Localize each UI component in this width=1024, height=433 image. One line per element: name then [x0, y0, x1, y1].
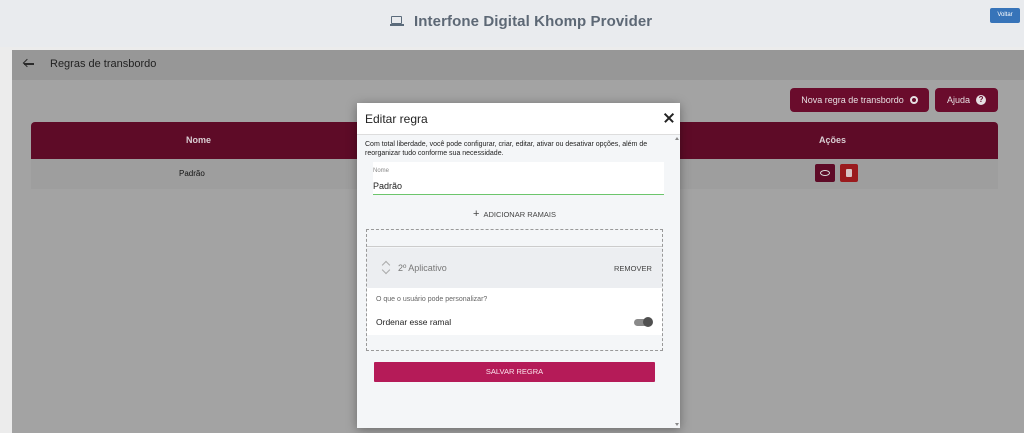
remove-ramal-button[interactable]: REMOVER	[614, 264, 652, 273]
help-button[interactable]: Ajuda ?	[935, 88, 998, 112]
new-rule-label: Nova regra de transbordo	[801, 95, 904, 105]
edit-rule-modal: Editar regra Com total liberdade, você p…	[357, 103, 680, 428]
view-button[interactable]	[815, 164, 835, 182]
order-option-label: Ordenar esse ramal	[376, 317, 452, 327]
modal-title: Editar regra	[365, 112, 428, 126]
voltar-button[interactable]: Voltar	[990, 8, 1020, 23]
order-toggle[interactable]	[634, 317, 654, 327]
eye-icon	[820, 170, 830, 176]
help-circle-icon: ?	[976, 95, 987, 105]
name-field-value[interactable]: Padrão	[373, 181, 402, 191]
column-header-acoes: Ações	[819, 135, 847, 145]
app-title: Interfone Digital Khomp Provider	[390, 13, 652, 30]
close-icon[interactable]	[663, 112, 674, 123]
add-ramais-label: ADICIONAR RAMAIS	[483, 210, 556, 219]
delete-button[interactable]	[840, 164, 858, 182]
arrow-left-icon[interactable]	[22, 58, 35, 70]
laptop-icon	[390, 16, 404, 27]
trash-icon	[846, 169, 852, 177]
ramal-name: 2º Aplicativo	[398, 263, 447, 273]
ramal-card: 2º Aplicativo REMOVER	[367, 248, 662, 288]
save-rule-button[interactable]: SALVAR REGRA	[374, 362, 655, 382]
column-header-nome: Nome	[186, 135, 212, 145]
subheader: Regras de transbordo	[12, 50, 1024, 80]
drag-handle-icon[interactable]	[381, 260, 391, 276]
help-label: Ajuda	[946, 95, 971, 105]
customize-question: O que o usuário pode personalizar?	[376, 296, 488, 303]
app-title-text: Interfone Digital Khomp Provider	[414, 13, 653, 30]
gear-icon	[909, 96, 918, 104]
add-ramais-button[interactable]: + ADICIONAR RAMAIS	[473, 208, 556, 220]
page-title: Regras de transbordo	[50, 58, 157, 70]
name-field[interactable]: Nome Padrão	[373, 162, 664, 195]
modal-description: Com total liberdade, você pode configura…	[365, 141, 648, 157]
ramais-dropzone: 2º Aplicativo REMOVER O que o usuário po…	[366, 229, 663, 351]
name-field-label: Nome	[373, 168, 390, 174]
ramal-options: O que o usuário pode personalizar? Orden…	[367, 288, 662, 335]
plus-icon: +	[473, 208, 480, 220]
rule-name-cell: Padrão	[179, 169, 205, 178]
modal-header: Editar regra	[357, 103, 680, 135]
ramais-empty-slot	[367, 230, 662, 247]
modal-scrollbar[interactable]	[674, 135, 680, 428]
top-bar: Interfone Digital Khomp Provider Voltar	[0, 0, 1024, 47]
new-rule-button[interactable]: Nova regra de transbordo	[790, 88, 929, 112]
